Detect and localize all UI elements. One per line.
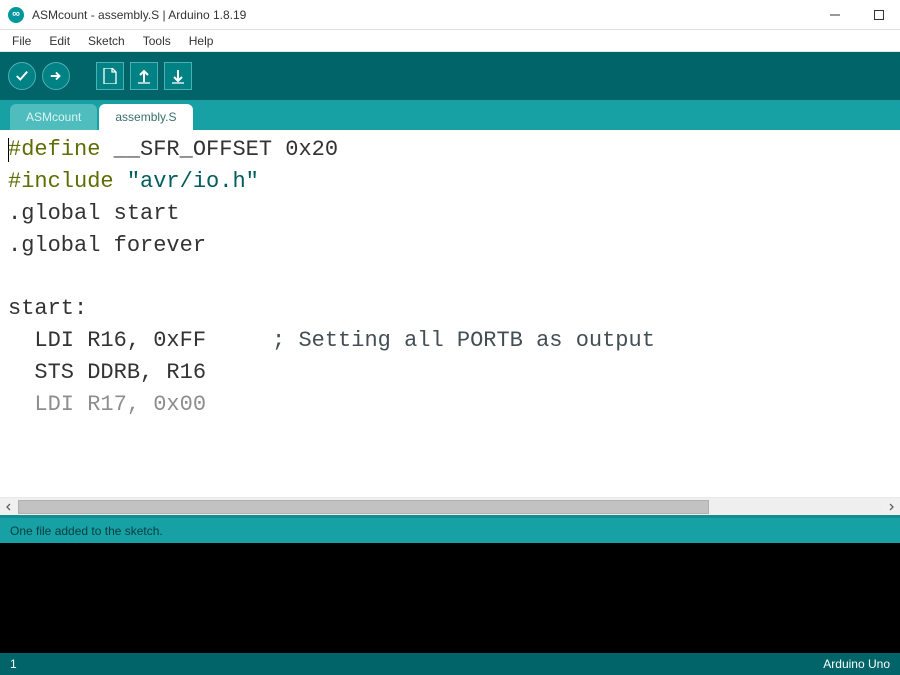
status-message: One file added to the sketch. [10,524,163,538]
scroll-right-button[interactable] [882,498,900,516]
code-line: #define __SFR_OFFSET 0x20 [8,134,892,166]
arrow-up-icon [137,68,151,84]
menu-edit[interactable]: Edit [41,32,78,50]
editor-horizontal-scrollbar[interactable] [0,497,900,515]
check-icon [15,69,29,83]
menu-sketch[interactable]: Sketch [80,32,133,50]
footer-bar: 1 Arduino Uno [0,653,900,675]
arrow-right-icon [49,69,63,83]
code-line [8,262,892,294]
chevron-right-icon [887,503,895,511]
code-line: STS DDRB, R16 [8,357,892,389]
window-titlebar: ASMcount - assembly.S | Arduino 1.8.19 [0,0,900,30]
scroll-thumb[interactable] [18,500,709,514]
scroll-track[interactable] [18,499,882,515]
open-sketch-button[interactable] [130,62,158,90]
menu-file[interactable]: File [4,32,39,50]
menu-bar: File Edit Sketch Tools Help [0,30,900,52]
chevron-left-icon [5,503,13,511]
code-line: start: [8,293,892,325]
menu-tools[interactable]: Tools [135,32,179,50]
window-title: ASMcount - assembly.S | Arduino 1.8.19 [32,8,822,22]
verify-button[interactable] [8,62,36,90]
code-line: LDI R16, 0xFF ; Setting all PORTB as out… [8,325,892,357]
file-new-icon [103,68,117,84]
footer-board-name: Arduino Uno [823,657,890,671]
scroll-left-button[interactable] [0,498,18,516]
footer-line-number: 1 [10,657,823,671]
tab-assembly-s[interactable]: assembly.S [99,104,192,130]
arrow-down-icon [171,68,185,84]
toolbar [0,52,900,100]
code-line: #include "avr/io.h" [8,166,892,198]
tab-asmcount[interactable]: ASMcount [10,104,97,130]
maximize-button[interactable] [866,5,892,25]
code-editor[interactable]: #define __SFR_OFFSET 0x20 #include "avr/… [0,130,900,497]
status-bar: One file added to the sketch. [0,515,900,543]
upload-button[interactable] [42,62,70,90]
arduino-app-icon [8,7,24,23]
new-sketch-button[interactable] [96,62,124,90]
output-console[interactable] [0,543,900,653]
menu-help[interactable]: Help [181,32,222,50]
code-line: .global start [8,198,892,230]
save-sketch-button[interactable] [164,62,192,90]
code-line: LDI R17, 0x00 [8,389,892,421]
tab-bar: ASMcount assembly.S [0,100,900,130]
minimize-button[interactable] [822,5,848,25]
window-controls [822,5,892,25]
code-line: .global forever [8,230,892,262]
